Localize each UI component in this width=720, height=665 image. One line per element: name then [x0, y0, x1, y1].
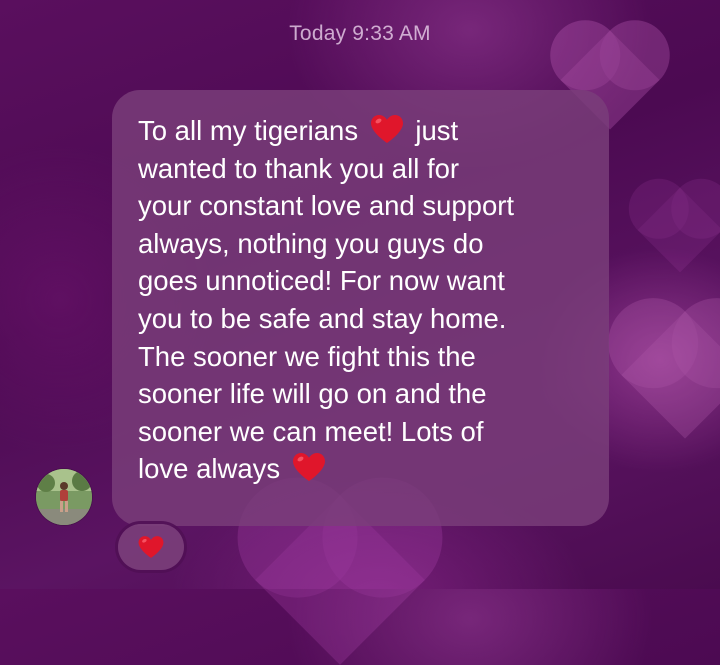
message-text-segment: To all my tigerians: [138, 115, 359, 146]
red-heart-icon: [137, 535, 165, 559]
message-line: your constant love and support: [138, 190, 515, 222]
message-line: sooner we can meet! Lots of: [138, 415, 484, 447]
message-text-segment: love always: [138, 453, 281, 485]
message-text-segment: just: [415, 115, 459, 146]
message-line: you to be safe and stay home.: [138, 302, 507, 334]
reaction-badge[interactable]: [118, 524, 184, 570]
red-heart-icon: [291, 452, 327, 482]
message-line: goes unnoticed! For now want: [138, 265, 505, 297]
background-heart-decoration: [621, 311, 720, 439]
avatar[interactable]: [36, 469, 92, 525]
background-heart-decoration: [637, 187, 720, 273]
message-line: love always: [138, 450, 587, 488]
message-timestamp: Today 9:33 AM: [289, 22, 431, 45]
message-text: To all my tigerians just wanted to thank…: [138, 112, 587, 488]
red-heart-icon: [369, 114, 405, 144]
message-bubble[interactable]: To all my tigerians just wanted to thank…: [112, 90, 609, 526]
message-line: The sooner we fight this the: [138, 340, 476, 372]
message-line: always, nothing you guys do: [138, 227, 484, 259]
message-line: sooner life will go on and the: [138, 378, 487, 410]
message-line: wanted to thank you all for: [138, 152, 460, 184]
message-line: To all my tigerians just: [138, 112, 587, 150]
